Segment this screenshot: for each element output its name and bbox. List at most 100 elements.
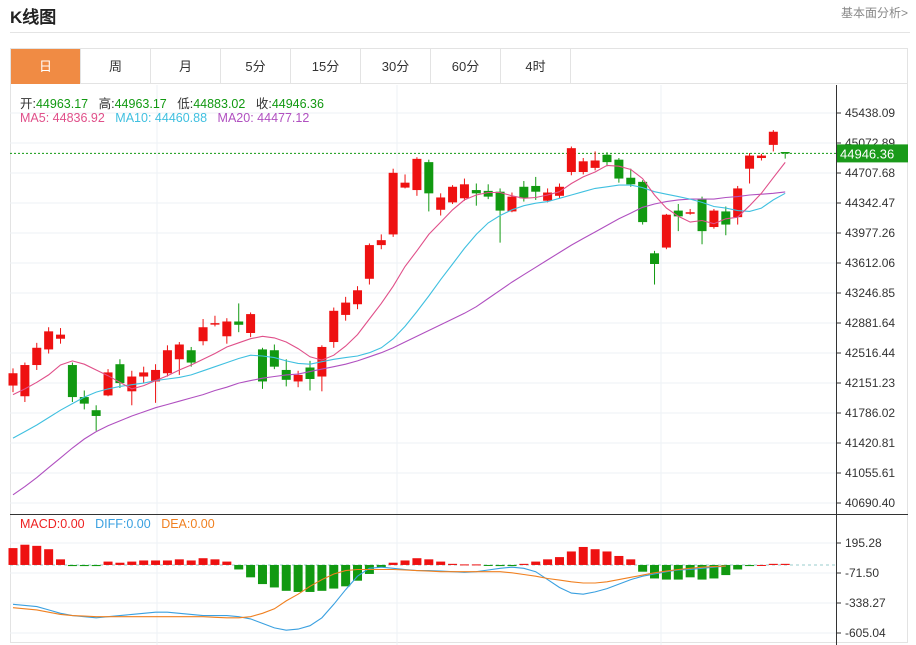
candle-body [257,349,267,382]
candle-body [519,186,529,199]
macd-bar [638,564,648,572]
macd-tick-label: -71.50 [845,566,879,580]
candle-body [139,372,149,377]
candle-body [424,162,434,194]
candle-body [448,186,458,203]
low-value: 44883.02 [193,97,246,111]
candle-body [733,188,743,218]
macd-bar [590,549,600,565]
price-tick-label: 43977.26 [845,226,895,240]
macd-bar [436,561,446,565]
last-price-label: 44946.36 [840,146,894,161]
macd-bar [20,544,30,565]
macd-bar [79,564,89,567]
candle-body [495,191,505,211]
macd-bar [222,561,232,565]
macd-tick-label: -605.04 [845,626,886,640]
macd-bar [448,563,458,565]
macd-tick-label: -338.27 [845,596,886,610]
candle-body [198,327,208,342]
macd-bar [768,563,778,565]
macd-bar [341,564,351,587]
candle-body [650,253,660,264]
dea-value: 0.00 [190,517,215,531]
macd-bar [174,559,184,565]
macd-bar [507,564,517,567]
candle-body [626,177,636,185]
macd-value: 0.00 [60,517,85,531]
candle-body [8,373,18,386]
macd-info: MACD:0.00 DIFF:0.00 DEA:0.00 [20,517,222,531]
macd-bar [32,545,42,565]
candle-body [246,314,256,333]
macd-bar [554,557,564,565]
candle-body [174,344,184,360]
macd-bar [353,564,363,581]
macd-bar [127,561,137,565]
price-tick-label: 41786.02 [845,406,895,420]
macd-bar [471,564,481,566]
candle-body [566,148,576,172]
macd-bar [91,564,101,567]
macd-bar [186,560,196,565]
macd-bar [56,559,66,565]
candle-body [709,210,719,228]
open-label: 开: [20,97,36,111]
macd-label: MACD: [20,517,61,531]
macd-bar [151,560,161,565]
macd-bar [578,546,588,565]
candle-body [305,367,315,379]
candle-body [353,290,363,305]
candle-body [388,172,398,235]
macd-bar [424,559,434,565]
candle-body [20,365,30,397]
price-tick-label: 44707.68 [845,166,895,180]
candle-body [483,190,493,197]
candle-body [400,182,410,188]
macd-bar [8,548,18,565]
macd-bar [602,551,612,565]
low-label: 低: [177,97,194,111]
macd-bar [685,564,695,578]
close-label: 收: [255,97,272,111]
candle-body [341,302,351,315]
ohlc-info: 开:44963.17 高:44963.17 低:44883.02 收:44946… [20,93,331,112]
macd-bar [400,560,410,565]
macd-bar [210,559,220,565]
price-tick-label: 44342.47 [845,196,895,210]
macd-bar [269,564,279,588]
candle-body [32,347,42,366]
candle-body [459,184,469,199]
candle-body [44,331,54,350]
macd-bar [566,551,576,565]
candle-body [56,334,66,339]
candle-body [661,214,671,248]
macd-bar [650,564,660,579]
macd-bar [412,558,422,565]
price-tick-label: 45438.09 [845,106,895,120]
close-value: 44946.36 [271,97,324,111]
macd-bar [519,563,529,565]
candle-body [79,397,89,404]
macd-bar [234,564,244,570]
candle-body [685,212,695,214]
macd-bar [67,564,77,567]
macd-bar [139,560,149,565]
ma5-value: 44836.92 [52,111,105,125]
price-tick-label: 42881.64 [845,316,895,330]
candle-body [376,240,386,246]
macd-bar [246,564,256,578]
macd-bar [198,558,208,565]
candle-body [471,190,481,194]
candle-body [162,350,172,374]
macd-bar [329,564,339,589]
candle-body [578,161,588,172]
ma5-line [12,162,786,396]
ma20-value: 44477.12 [257,111,310,125]
candle-body [186,350,196,363]
macd-bar [614,555,624,565]
candle-body [222,321,232,337]
diff-line [12,565,726,631]
ma20-label: MA20: [217,111,254,125]
high-label: 高: [98,97,115,111]
